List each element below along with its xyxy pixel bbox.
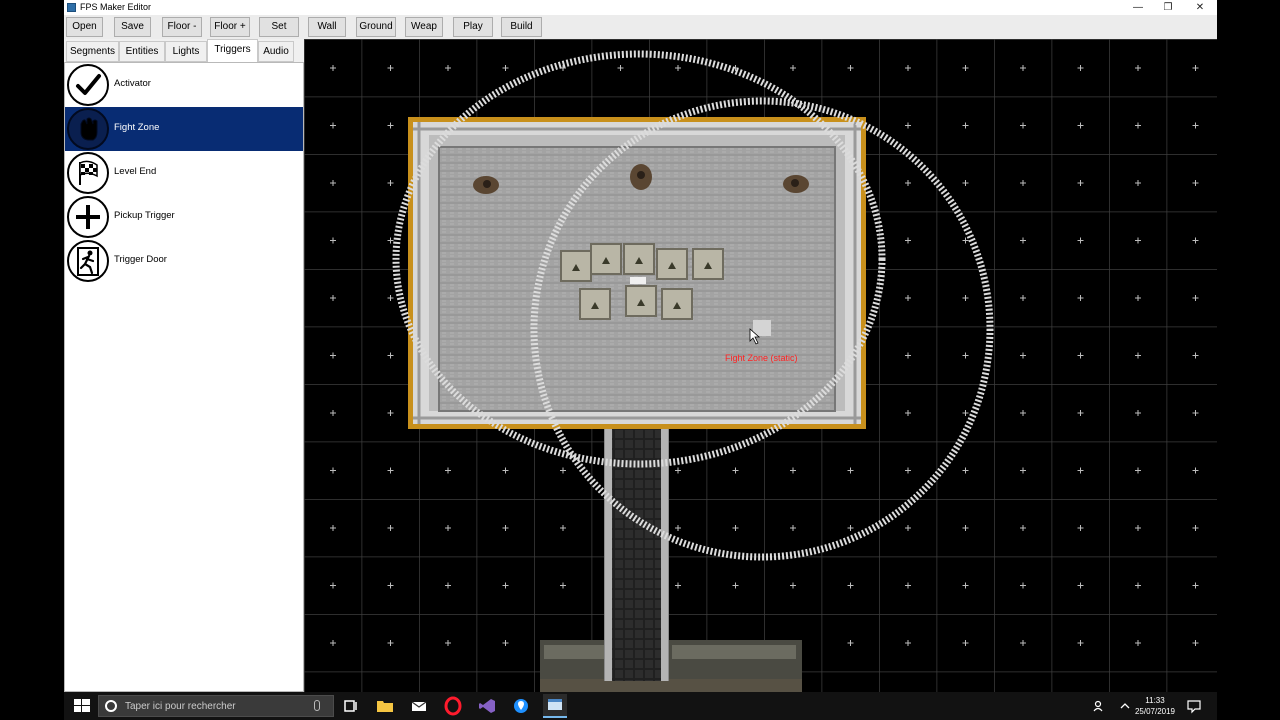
fps-maker-editor-taskbar-icon[interactable] <box>543 694 567 718</box>
toolbar: Open Save Floor - Floor + Set Wall Groun… <box>64 15 1217 39</box>
list-item-level-end[interactable]: Level End <box>65 151 303 195</box>
title-bar: FPS Maker Editor — ❐ ✕ <box>64 0 1217 15</box>
list-item-trigger-door[interactable]: Trigger Door <box>65 239 303 283</box>
opera-browser-icon[interactable] <box>443 696 463 716</box>
checkmark-icon <box>67 64 109 106</box>
clock-time: 11:33 <box>1145 696 1165 705</box>
map-viewport[interactable]: Fight Zone (static) <box>304 39 1217 692</box>
lower-platform <box>540 640 802 692</box>
checkered-flag-icon <box>67 152 109 194</box>
notification-icon[interactable] <box>1184 696 1204 716</box>
build-button[interactable]: Build <box>501 17 542 37</box>
list-item-pickup-trigger[interactable]: Pickup Trigger <box>65 195 303 239</box>
fist-icon <box>67 108 109 150</box>
tab-triggers[interactable]: Triggers <box>207 39 258 62</box>
minimize-button[interactable]: — <box>1122 0 1154 15</box>
running-man-icon <box>67 240 109 282</box>
save-button[interactable]: Save <box>114 17 151 37</box>
level-map[interactable]: Fight Zone (static) <box>304 39 1217 692</box>
app-icon <box>67 3 76 12</box>
fight-zone-label: Fight Zone (static) <box>725 353 798 363</box>
floor-minus-button[interactable]: Floor - <box>162 17 202 37</box>
microphone-icon[interactable] <box>314 700 320 711</box>
open-button[interactable]: Open <box>66 17 103 37</box>
list-item-activator[interactable]: Activator <box>65 63 303 107</box>
maximize-button[interactable]: ❐ <box>1152 0 1184 15</box>
people-icon[interactable] <box>1089 696 1109 716</box>
play-button[interactable]: Play <box>453 17 493 37</box>
list-item-fight-zone[interactable]: Fight Zone <box>65 107 303 151</box>
visual-studio-icon[interactable] <box>477 696 497 716</box>
tab-lights[interactable]: Lights <box>165 41 207 62</box>
taskbar: Taper ici pour rechercher 11:33 25/07/20… <box>64 692 1217 720</box>
close-button[interactable]: ✕ <box>1184 0 1216 15</box>
plus-icon <box>67 196 109 238</box>
list-item-label: Level End <box>114 166 157 177</box>
cortana-circle-icon <box>105 700 117 712</box>
file-explorer-icon[interactable] <box>375 696 395 716</box>
ground-button[interactable]: Ground <box>356 17 396 37</box>
weap-button[interactable]: Weap <box>405 17 443 37</box>
tab-segments[interactable]: Segments <box>66 41 119 62</box>
task-view-icon[interactable] <box>341 696 361 716</box>
panel-tabs: Segments Entities Lights Triggers Audio <box>64 39 304 62</box>
taskbar-search[interactable]: Taper ici pour rechercher <box>98 695 334 717</box>
tab-audio[interactable]: Audio <box>258 41 294 62</box>
editor-window: FPS Maker Editor — ❐ ✕ Open Save Floor -… <box>64 0 1217 692</box>
clock-date: 25/07/2019 <box>1134 707 1176 716</box>
maps-icon[interactable] <box>511 696 531 716</box>
windows-start-icon[interactable] <box>72 696 92 716</box>
window-title: FPS Maker Editor <box>80 2 152 12</box>
list-item-label: Activator <box>114 78 151 89</box>
mail-icon[interactable] <box>409 696 429 716</box>
search-placeholder: Taper ici pour rechercher <box>125 701 236 712</box>
trigger-list: Activator Fight Zone Level End Pickup Tr… <box>64 62 304 692</box>
system-clock[interactable]: 11:33 25/07/2019 <box>1130 695 1180 717</box>
wall-button[interactable]: Wall <box>308 17 346 37</box>
list-item-label: Pickup Trigger <box>114 210 175 221</box>
tab-entities[interactable]: Entities <box>119 41 165 62</box>
set-button[interactable]: Set <box>259 17 299 37</box>
list-item-label: Fight Zone <box>114 122 160 133</box>
floor-plus-button[interactable]: Floor + <box>210 17 250 37</box>
list-item-label: Trigger Door <box>114 254 167 265</box>
